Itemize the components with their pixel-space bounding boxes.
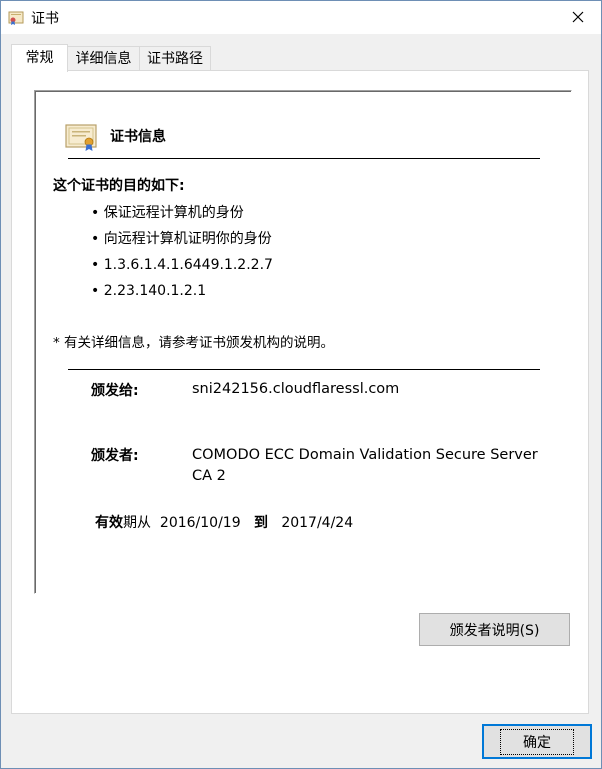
valid-from: 2016/10/19: [159, 515, 241, 531]
purpose-list: 保证远程计算机的身份 向远程计算机证明你的身份 1.3.6.1.4.1.6449…: [91, 203, 273, 307]
issued-to-label: 颁发给:: [91, 383, 139, 399]
issued-by-line: CA 2: [192, 468, 226, 484]
list-item: 2.23.140.1.2.1: [91, 281, 273, 307]
general-tab-panel: 证书信息 这个证书的目的如下: 保证远程计算机的身份 向远程计算机证明你的身份 …: [11, 70, 589, 714]
list-item: 保证远程计算机的身份: [91, 203, 273, 229]
purpose-heading: 这个证书的目的如下:: [53, 178, 185, 194]
certificate-info-box: 证书信息 这个证书的目的如下: 保证远程计算机的身份 向远程计算机证明你的身份 …: [34, 90, 572, 594]
divider: [68, 158, 540, 159]
ok-button-label: 确定: [500, 728, 574, 755]
ok-button[interactable]: 确定: [482, 724, 592, 759]
list-item: 1.3.6.1.4.1.6449.1.2.2.7: [91, 255, 273, 281]
tab-general[interactable]: 常规: [11, 44, 68, 72]
issued-to-value: sni242156.cloudflaressl.com: [192, 381, 400, 397]
valid-to: 2017/4/24: [281, 515, 354, 531]
certificate-info-title: 证书信息: [110, 129, 166, 145]
validity-period: 有效期从 2016/10/19 到 2017/4/24: [95, 512, 353, 532]
close-icon: [572, 11, 584, 23]
valid-label: 期从: [123, 515, 151, 531]
issued-by-label: 颁发者:: [91, 448, 139, 464]
tab-certification-path[interactable]: 证书路径: [139, 46, 211, 70]
valid-label-bold: 有效: [95, 515, 123, 531]
tab-details[interactable]: 详细信息: [67, 46, 140, 70]
issuer-statement-button[interactable]: 颁发者说明(S): [419, 613, 570, 646]
valid-to-word: 到: [253, 515, 268, 531]
details-note: * 有关详细信息，请参考证书颁发机构的说明。: [53, 335, 335, 351]
title-bar: 证书: [1, 1, 601, 34]
issued-by-line: COMODO ECC Domain Validation Secure Serv…: [192, 447, 538, 463]
divider: [68, 369, 540, 370]
certificate-dialog: 证书 常规 详细信息 证书路径 证书信息 这个证书的目的如下: • 保证远程计算…: [0, 0, 602, 769]
list-item: 向远程计算机证明你的身份: [91, 229, 273, 255]
close-button[interactable]: [555, 1, 601, 33]
certificate-icon: [8, 11, 24, 25]
window-title: 证书: [31, 11, 59, 27]
certificate-icon: [65, 124, 97, 151]
issued-by-value: COMODO ECC Domain Validation Secure Serv…: [192, 445, 538, 487]
